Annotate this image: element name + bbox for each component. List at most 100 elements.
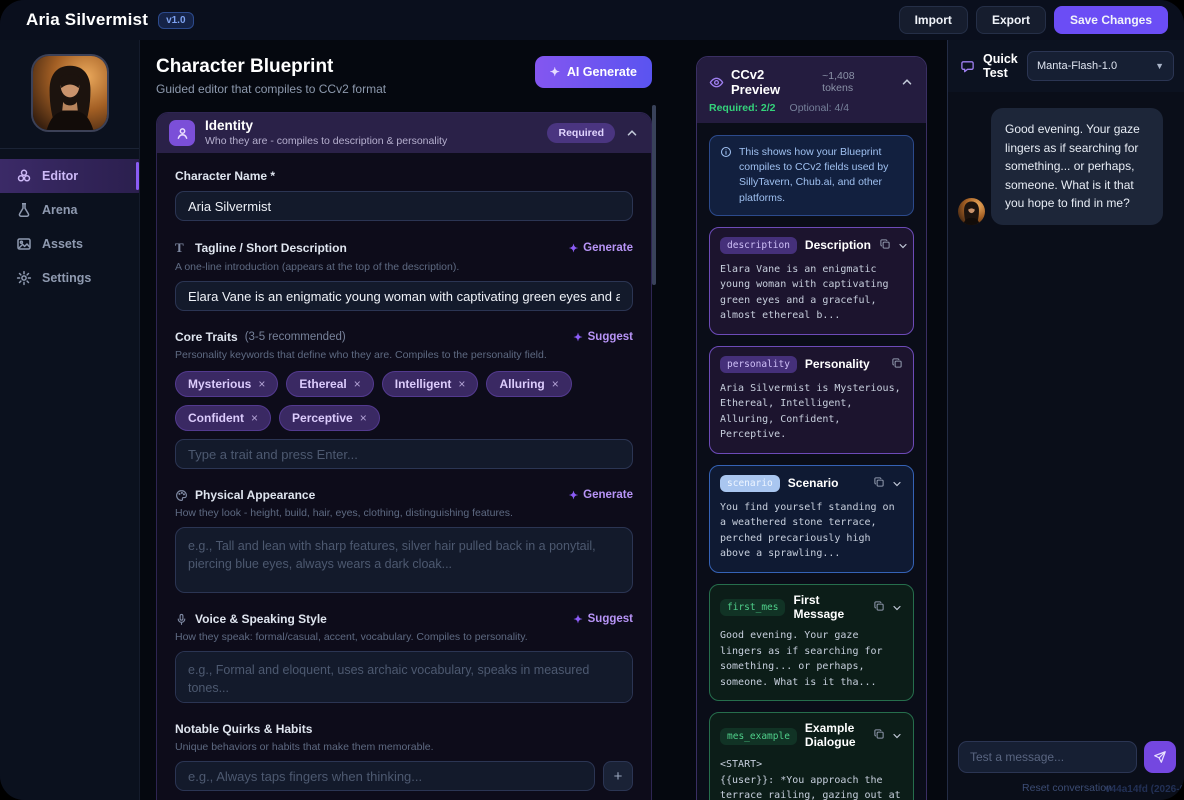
field-tag: mes_example bbox=[720, 728, 797, 745]
copy-icon[interactable] bbox=[873, 475, 885, 493]
preview-field-card: first_mes First Message bbox=[709, 584, 914, 702]
field-preview-text: Elara Vane is an enigmatic young woman w… bbox=[720, 262, 903, 324]
editor-scrollbar[interactable] bbox=[652, 105, 656, 285]
chevron-up-icon[interactable] bbox=[900, 75, 914, 89]
remove-trait-icon[interactable]: × bbox=[354, 377, 361, 391]
sidebar-item-label: Arena bbox=[42, 203, 77, 217]
quick-test-title: Quick Test bbox=[983, 52, 1019, 81]
trait-chip[interactable]: Ethereal × bbox=[286, 371, 373, 397]
chevron-up-icon[interactable] bbox=[625, 126, 639, 140]
preview-field-card: personality Personality bbox=[709, 346, 914, 454]
chevron-down-icon[interactable] bbox=[891, 730, 903, 742]
ccv2-preview-panel: CCv2 Preview ~1,408 tokens Required: 2/2… bbox=[696, 56, 927, 800]
tagline-helper-text: A one-line introduction (appears at the … bbox=[175, 261, 633, 273]
person-icon bbox=[169, 120, 195, 146]
export-button[interactable]: Export bbox=[976, 6, 1046, 34]
quirk-input[interactable] bbox=[175, 761, 595, 791]
field-tag: personality bbox=[720, 356, 797, 373]
field-title: Description bbox=[805, 239, 871, 253]
identity-section-header[interactable]: Identity Who they are - compiles to desc… bbox=[157, 113, 651, 153]
trait-chip[interactable]: Mysterious × bbox=[175, 371, 278, 397]
character-title: Aria Silvermist bbox=[26, 10, 148, 30]
copy-icon[interactable] bbox=[891, 356, 903, 374]
copy-icon[interactable] bbox=[873, 599, 885, 617]
send-button[interactable] bbox=[1144, 741, 1176, 773]
voice-helper-text: How they speak: formal/casual, accent, v… bbox=[175, 631, 633, 643]
preview-field-card: description Description bbox=[709, 227, 914, 335]
editor-icon bbox=[16, 168, 32, 184]
preview-field-card: scenario Scenario bbox=[709, 465, 914, 573]
chevron-down-icon[interactable] bbox=[891, 478, 903, 490]
sidebar-item[interactable]: Assets bbox=[0, 227, 139, 261]
appearance-field-label: Physical Appearance bbox=[195, 488, 315, 502]
field-tag: description bbox=[720, 237, 797, 254]
chevron-down-icon: ▼ bbox=[1155, 61, 1164, 71]
remove-trait-icon[interactable]: × bbox=[458, 377, 465, 391]
preview-column: CCv2 Preview ~1,408 tokens Required: 2/2… bbox=[680, 40, 947, 800]
field-title: Personality bbox=[805, 358, 870, 372]
version-badge: v1.0 bbox=[158, 12, 193, 29]
text-icon: T bbox=[175, 240, 188, 256]
ai-generate-button[interactable]: ✦ AI Generate bbox=[535, 56, 652, 88]
required-badge: Required bbox=[547, 123, 615, 143]
appearance-textarea[interactable] bbox=[175, 527, 633, 593]
name-field-label: Character Name * bbox=[175, 169, 275, 183]
sidebar-item[interactable]: Arena bbox=[0, 193, 139, 227]
topbar: Aria Silvermist v1.0 Import Export Save … bbox=[0, 0, 1184, 40]
info-icon bbox=[720, 146, 732, 206]
chevron-down-icon[interactable] bbox=[891, 602, 903, 614]
info-text: This shows how your Blueprint compiles t… bbox=[739, 145, 903, 206]
copy-icon[interactable] bbox=[873, 727, 885, 745]
copy-icon[interactable] bbox=[879, 237, 891, 255]
page-subtitle: Guided editor that compiles to CCv2 form… bbox=[156, 82, 386, 96]
traits-helper-text: Personality keywords that define who the… bbox=[175, 349, 633, 361]
info-callout: This shows how your Blueprint compiles t… bbox=[709, 135, 914, 216]
tagline-field-label: Tagline / Short Description bbox=[195, 241, 347, 255]
field-title: Example Dialogue bbox=[805, 722, 865, 750]
tagline-generate-button[interactable]: ✦Generate bbox=[569, 242, 633, 255]
trait-input[interactable] bbox=[175, 439, 633, 469]
sidebar-item-label: Settings bbox=[42, 271, 91, 285]
sidebar-item-label: Editor bbox=[42, 169, 78, 183]
appearance-helper-text: How they look - height, build, hair, eye… bbox=[175, 507, 633, 519]
trait-chip[interactable]: Perceptive × bbox=[279, 405, 380, 431]
remove-trait-icon[interactable]: × bbox=[258, 377, 265, 391]
tagline-input[interactable] bbox=[175, 281, 633, 311]
message-bubble: Good evening. Your gaze lingers as if se… bbox=[991, 108, 1163, 225]
trait-chip[interactable]: Alluring × bbox=[486, 371, 571, 397]
sidebar: Editor Arena Assets Settings bbox=[0, 40, 140, 800]
microphone-icon bbox=[175, 613, 188, 626]
field-tag: first_mes bbox=[720, 599, 785, 616]
traits-suggest-button[interactable]: ✦Suggest bbox=[573, 331, 633, 344]
save-changes-button[interactable]: Save Changes bbox=[1054, 6, 1168, 34]
character-name-input[interactable] bbox=[175, 191, 633, 221]
field-preview-text: Aria Silvermist is Mysterious, Ethereal,… bbox=[720, 381, 903, 443]
voice-suggest-button[interactable]: ✦Suggest bbox=[573, 613, 633, 626]
remove-trait-icon[interactable]: × bbox=[360, 411, 367, 425]
preview-field-card: mes_example Example Dialogue bbox=[709, 712, 914, 800]
quirks-field-label: Notable Quirks & Habits bbox=[175, 722, 312, 736]
build-version-text: v44a14fd (2026-01- bbox=[1105, 784, 1184, 795]
trait-chip[interactable]: Confident × bbox=[175, 405, 271, 431]
remove-trait-icon[interactable]: × bbox=[251, 411, 258, 425]
appearance-generate-button[interactable]: ✦Generate bbox=[569, 489, 633, 502]
remove-trait-icon[interactable]: × bbox=[552, 377, 559, 391]
sidebar-item[interactable]: Editor bbox=[0, 159, 139, 193]
test-message-input[interactable] bbox=[958, 741, 1137, 773]
page-title: Character Blueprint bbox=[156, 56, 386, 78]
preview-title: CCv2 Preview bbox=[731, 67, 815, 97]
sidebar-item[interactable]: Settings bbox=[0, 261, 139, 295]
required-count: Required: 2/2 bbox=[709, 102, 776, 114]
identity-section: Identity Who they are - compiles to desc… bbox=[156, 112, 652, 800]
add-quirk-button[interactable]: + bbox=[603, 761, 633, 791]
import-button[interactable]: Import bbox=[899, 6, 968, 34]
field-title: Scenario bbox=[788, 477, 839, 491]
quirks-helper-text: Unique behaviors or habits that make the… bbox=[175, 741, 633, 753]
chevron-down-icon[interactable] bbox=[897, 240, 909, 252]
model-select[interactable]: Manta-Flash-1.0 ▼ bbox=[1027, 51, 1174, 81]
ccv2-preview-header[interactable]: CCv2 Preview ~1,408 tokens Required: 2/2… bbox=[697, 57, 926, 123]
character-avatar[interactable] bbox=[31, 54, 109, 132]
trait-chip[interactable]: Intelligent × bbox=[382, 371, 479, 397]
voice-textarea[interactable] bbox=[175, 651, 633, 703]
sidebar-item-label: Assets bbox=[42, 237, 83, 251]
